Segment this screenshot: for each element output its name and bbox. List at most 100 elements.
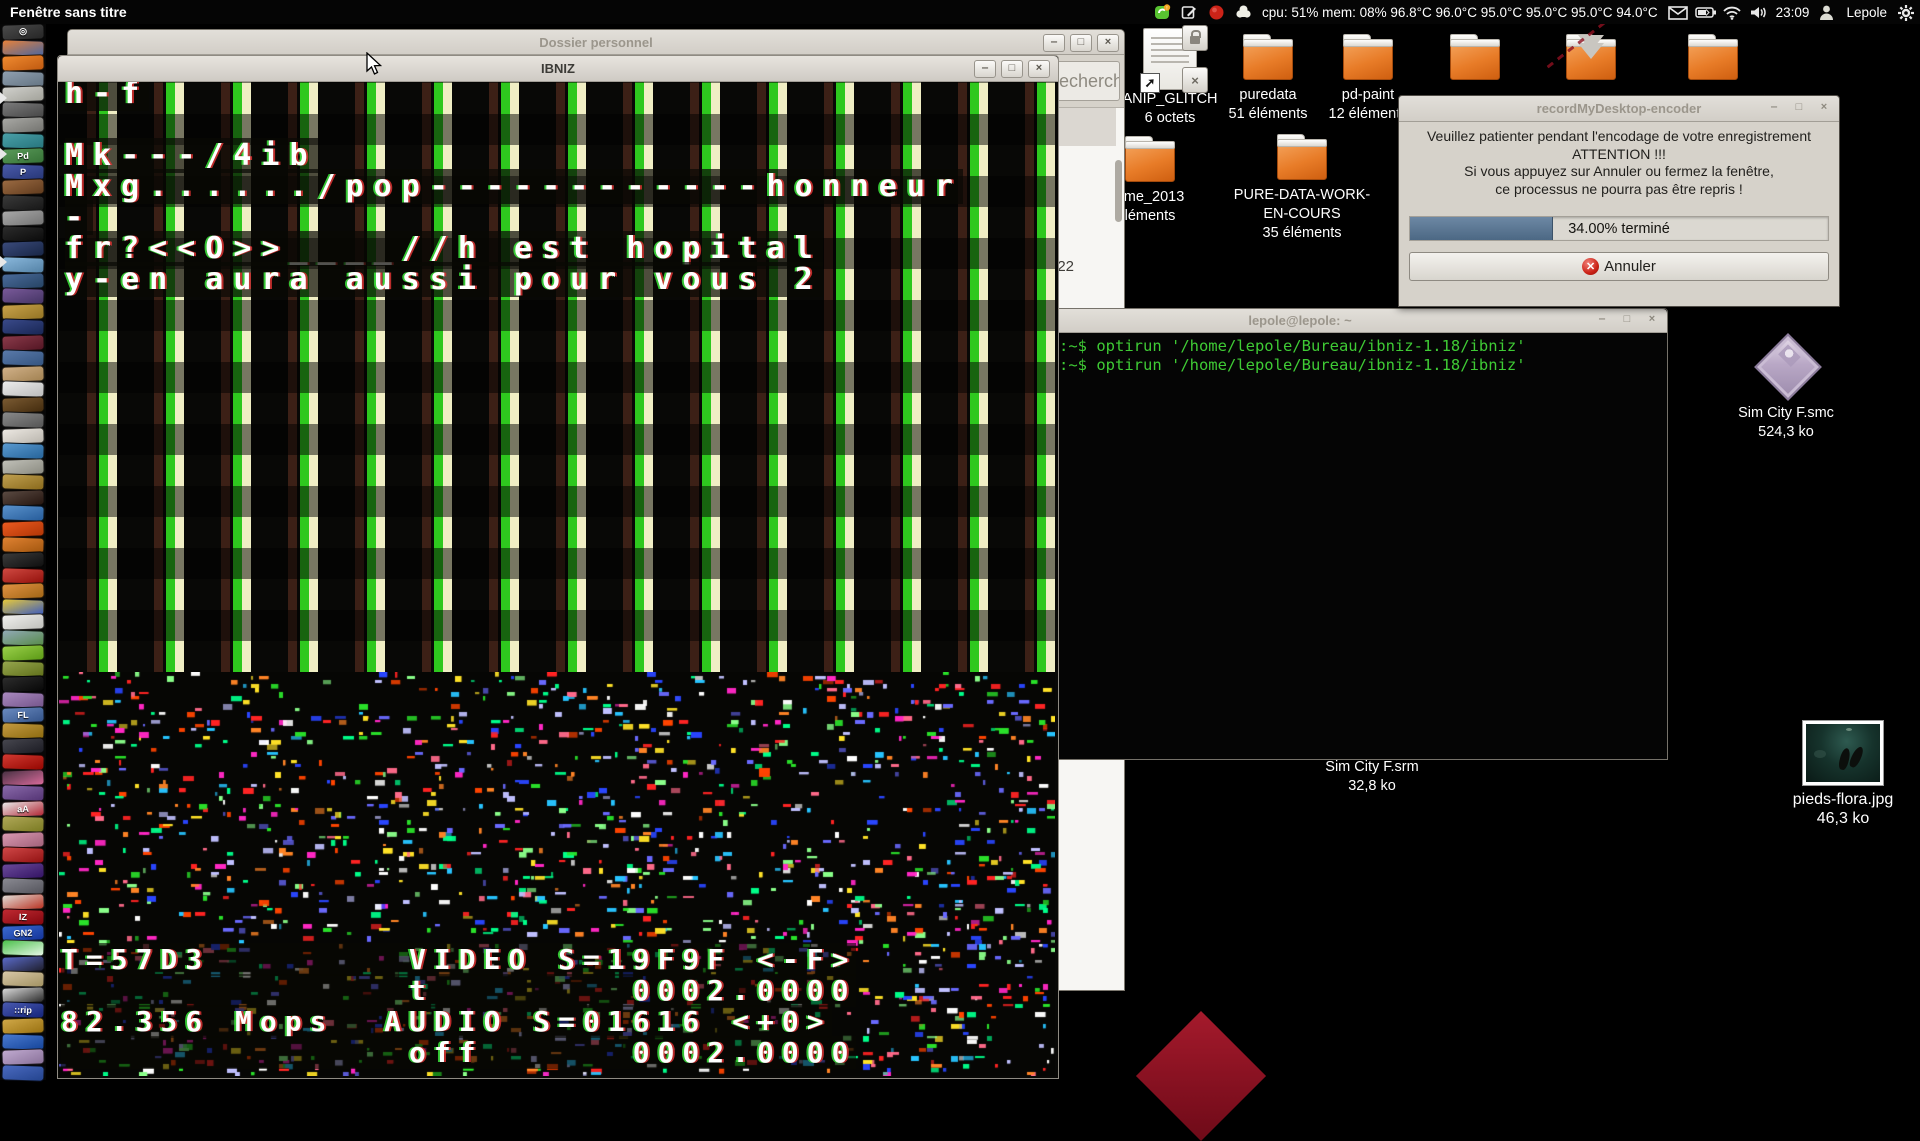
close-button[interactable]: × [1028,60,1050,78]
dock-icon-shapes-purple[interactable] [1,287,45,305]
dock-icon-ubuntuone[interactable] [1,520,45,538]
scrollbar-thumb[interactable] [1115,160,1122,222]
dock-icon-keyboard-glitch[interactable] [1,675,45,693]
dock-icon-puredata[interactable]: Pd [1,147,45,165]
folder-icon [1343,34,1393,80]
desktop-icon-folder4[interactable] [1440,34,1510,80]
desktop-icon-simcity-srm[interactable]: Sim City F.srm 32,8 ko [1308,758,1436,796]
dock-icon-laptop[interactable] [1,100,45,118]
dock-icon-globe[interactable] [1,271,45,289]
ibniz-titlebar[interactable]: IBNIZ ‒ □ × [58,56,1058,82]
maximize-button[interactable]: □ [1070,34,1092,52]
dock-icon-fl-blue[interactable]: FL [1,706,45,724]
dock-icon-pencils-tan[interactable] [1,364,45,382]
battery-icon[interactable] [1694,4,1716,21]
desktop-icon-simcity-smc[interactable]: Sim City F.smc 524,3 ko [1722,330,1850,442]
user-menu[interactable]: Lepole [1846,5,1887,20]
dock-icon-x-blue[interactable] [1,318,45,336]
dock-icon-rip-blue[interactable]: ::rip [1,1001,45,1019]
tray-app-icon[interactable] [1235,4,1252,21]
mail-icon[interactable] [1667,4,1688,21]
maximize-button[interactable]: □ [1617,312,1637,328]
dock-icon-wave-blue[interactable] [1,504,45,522]
desktop-icon-anip-glitch[interactable]: × ➚ ANIP_GLITCH 6 octets [1118,25,1222,128]
dock-icon-bird-blue[interactable] [1,442,45,460]
dock-icon-fractal[interactable] [1,861,45,879]
compose-icon[interactable] [1181,4,1198,21]
minimize-button[interactable]: ‒ [1592,312,1612,328]
minimize-button[interactable]: ‒ [974,60,996,78]
ibniz-canvas[interactable]: h-f Mk---/4ib Mxg....../pop------------ho… [59,82,1055,1076]
dock-icon-calculator[interactable] [1,116,45,134]
dock-icon-iz-red[interactable]: IZ [1,908,45,926]
dock-icon-game-yellow[interactable] [1,597,45,615]
mouse-cursor [366,51,388,83]
dock-icon-qr-white[interactable] [1,380,45,398]
dock-icon-terminal-app[interactable] [1,551,45,569]
desktop-icon-pure-data-work[interactable]: PURE-DATA-WORK- EN-COURS 35 éléments [1218,134,1386,243]
dock-icon-piano[interactable] [1,613,45,631]
dock-icon-al-dark[interactable] [1,737,45,755]
dock-icon-laptop2[interactable] [1,411,45,429]
icon-label: pieds-flora.jpg [1792,791,1894,808]
dock-icon-ubuntu[interactable]: ◎ [1,23,45,41]
ibniz-status-line: T=57D3 VIDEO S=19F9F <-F> [61,943,857,976]
dock-icon-panel-app[interactable] [1,69,45,87]
chat-icon[interactable]: ! [1154,3,1171,21]
ibniz-line: fr?<<O>>____//h est hopital [65,231,823,266]
close-button[interactable]: × [1642,312,1662,328]
dock-icon-s-pink[interactable] [1,768,45,786]
desktop-icon-puredata[interactable]: puredata 51 éléments [1218,34,1318,124]
dock-icon-maroon[interactable] [1,333,45,351]
dock-icon-cd-red[interactable] [1,846,45,864]
dock-icon-draw-blue[interactable] [1,256,45,274]
dock-icon-ice-purple[interactable] [1,784,45,802]
volume-icon[interactable] [1749,4,1766,21]
dock-icon-cd-lavender[interactable] [1,1048,45,1066]
dock-icon-cd-pink[interactable] [1,830,45,848]
dock-icon-tools-red[interactable] [1,566,45,584]
minimize-button[interactable]: ‒ [1043,34,1065,52]
dock-icon-gimp-face[interactable] [1,209,45,227]
desktop-icon-folder-download[interactable] [1556,34,1626,80]
dock-icon-gray-app[interactable] [1,877,45,895]
dock-icon-firefox-ball[interactable] [1,178,45,196]
dock-icon-circle-green[interactable] [1,939,45,957]
dock-icon-figures-blue[interactable] [1,240,45,258]
gear-icon[interactable] [1897,4,1914,21]
dock-icon-glyph: ◎ [18,26,28,37]
dock-icon-speaker-orange[interactable] [1,535,45,553]
dock-icon-photos[interactable] [1,970,45,988]
icon-sublabel: 51 éléments [1228,106,1308,122]
icon-label: Sim City F.smc [1738,405,1834,421]
minimize-button[interactable]: ‒ [1764,100,1784,116]
file-manager-titlebar[interactable]: Dossier personnel ‒ □ × [68,30,1124,55]
desktop-icon-folder6[interactable] [1678,34,1748,80]
close-button[interactable]: × [1097,34,1119,52]
dock-icon-search-gold[interactable] [1,302,45,320]
dock-icon-bar-blue[interactable] [1,349,45,367]
encoder-titlebar[interactable]: recordMyDesktop-encoder ‒ □ × [1399,96,1839,122]
dock-icon-x-red[interactable] [1,753,45,771]
cancel-button[interactable]: ✕ Annuler [1409,252,1829,281]
dock-icon-robot-blue[interactable] [1,1032,45,1050]
dock-icon-firefox[interactable] [1,38,45,56]
clock[interactable]: 23:09 [1776,5,1810,20]
dock-icon-blender[interactable] [1,582,45,600]
dock-icon-arrow-green[interactable] [1,644,45,662]
system-stats: cpu: 51% mem: 08% 96.8°C 96.0°C 95.0°C 9… [1262,4,1658,20]
dock-icon-sketch[interactable] [1,85,45,103]
maximize-button[interactable]: □ [1001,60,1023,78]
maximize-button[interactable]: □ [1789,100,1809,116]
close-button[interactable]: × [1814,100,1834,116]
wifi-icon[interactable] [1722,4,1741,21]
record-icon[interactable] [1208,4,1225,21]
dock-icon-gold[interactable] [1,473,45,491]
desktop-icon-pieds-flora[interactable]: pieds-flora.jpg 46,3 ko [1770,720,1916,828]
dock-icon-folder[interactable] [1,54,45,72]
dock-icon-blue-end[interactable] [1,1063,45,1081]
dock-icon-cd-gold[interactable] [1,1017,45,1035]
dock-icon-fonts[interactable]: aA [1,799,45,817]
dock-icon-sushi[interactable] [1,815,45,833]
search-input[interactable]: echerche [1056,61,1120,101]
